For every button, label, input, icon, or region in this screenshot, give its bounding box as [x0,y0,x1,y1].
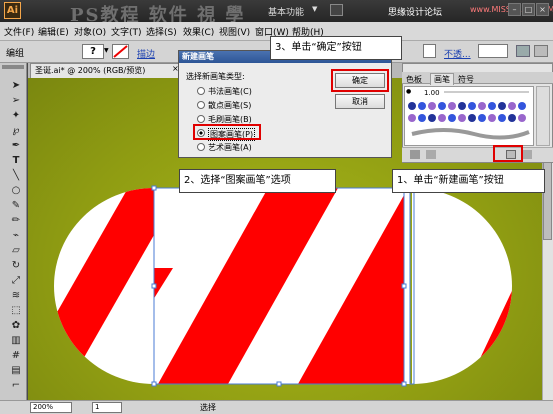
menu-edit[interactable]: 编辑(E) [38,25,69,38]
free-transform-tool-icon[interactable]: ⬚ [9,305,23,316]
stroke-color-swatch[interactable] [112,44,129,59]
opacity-link[interactable]: 不透... [444,47,471,60]
option-calligraphic-label[interactable]: 书法画笔(C) [208,86,252,97]
step1-callout: 1、单击“新建画笔”按钮 [392,169,545,193]
selection-handle[interactable] [276,381,282,387]
tools-panel-grip[interactable] [2,65,24,69]
radio-calligraphic[interactable] [197,87,205,95]
workspace-switcher[interactable]: 基本功能 [268,5,304,18]
step3-callout: 3、单击“确定”按钮 [270,36,402,60]
cancel-button[interactable]: 取消 [335,94,385,109]
chevron-down-icon[interactable]: ▼ [312,5,317,13]
menu-select[interactable]: 选择(S) [146,25,177,38]
document-tab[interactable]: 圣诞.ai* @ 200% (RGB/预览) [30,63,180,78]
selection-handle[interactable] [151,283,157,289]
symbol-sprayer-tool-icon[interactable]: ✿ [9,320,23,331]
opacity-field[interactable] [478,44,508,58]
left-end-tile[interactable] [28,178,158,398]
selection-handle[interactable] [151,185,157,191]
panel-tab-strip [402,72,553,84]
ellipse-tool-icon[interactable]: ○ [9,185,23,196]
pattern-option-highlight [193,124,261,140]
illustrator-logo: Ai [4,2,21,19]
menu-type[interactable]: 文字(T) [111,25,142,38]
fill-color-swatch[interactable]: ? [82,44,104,59]
zoom-field[interactable]: 200% [30,402,72,413]
graph-tool-icon[interactable]: ▥ [9,335,23,346]
side-tile[interactable] [148,188,428,384]
stroke-link[interactable]: 描边 [137,47,155,60]
radio-scatter[interactable] [197,101,205,109]
line-tool-icon[interactable]: ╲ [9,170,23,181]
gradient-tool-icon[interactable]: ▤ [9,365,23,376]
lasso-tool-icon[interactable]: ℘ [9,125,23,136]
radio-bristle[interactable] [197,115,205,123]
type-tool-icon[interactable]: T [9,155,23,166]
menu-view[interactable]: 视图(V) [219,25,250,38]
close-button[interactable]: × [536,3,549,16]
ok-button-highlight [331,69,389,92]
warp-tool-icon[interactable]: ≋ [9,290,23,301]
page-field[interactable]: 1 [92,402,122,413]
menu-object[interactable]: 对象(O) [74,25,106,38]
tab-swatches[interactable]: 色板 [406,74,422,85]
chevron-down-icon[interactable]: ▼ [104,47,109,54]
search-icon[interactable] [330,4,343,16]
radio-art[interactable] [197,143,205,151]
rotate-tool-icon[interactable]: ↻ [9,260,23,271]
transform-icon[interactable] [534,45,548,57]
delete-brush-icon[interactable] [522,150,532,159]
maximize-button[interactable]: □ [522,3,535,16]
brush-library-menu-icon[interactable] [410,150,420,159]
eyedropper-tool-icon[interactable]: ⌐ [9,380,23,391]
tab-brushes[interactable]: 画笔 [430,73,454,85]
step2-callout: 2、选择“图案画笔”选项 [179,169,336,193]
selection-handle[interactable] [151,381,157,387]
menu-file[interactable]: 文件(F) [4,25,34,38]
dialog-prompt: 选择新画笔类型: [186,72,245,81]
style-swatch[interactable] [423,44,436,58]
magic-wand-tool-icon[interactable]: ✦ [9,110,23,121]
selection-handle[interactable] [401,381,407,387]
menu-effect[interactable]: 效果(C) [183,25,214,38]
option-scatter-label[interactable]: 散点画笔(S) [208,100,251,111]
align-icon[interactable] [516,45,530,57]
pen-tool-icon[interactable]: ✒ [9,140,23,151]
status-bar [0,400,553,414]
panel-scrollbar[interactable] [536,86,550,146]
site-watermark-text: 思缘设计论坛 [388,8,443,18]
direct-selection-tool-icon[interactable]: ➢ [9,95,23,106]
pencil-tool-icon[interactable]: ✏ [9,215,23,226]
option-art-label[interactable]: 艺术画笔(A) [208,142,252,153]
status-mode: 选择 [200,403,216,412]
selection-handle[interactable] [401,283,407,289]
mesh-tool-icon[interactable]: # [9,350,23,361]
tab-symbols[interactable]: 符号 [458,74,474,85]
right-end-tile[interactable] [408,178,528,398]
minimize-button[interactable]: – [508,3,521,16]
selection-tool-icon[interactable]: ➤ [9,80,23,91]
eraser-tool-icon[interactable]: ▱ [9,245,23,256]
no-stroke-icon [113,45,128,58]
blob-brush-tool-icon[interactable]: ⌁ [9,230,23,241]
paintbrush-tool-icon[interactable]: ✎ [9,200,23,211]
brush-previews[interactable] [404,86,534,146]
scale-tool-icon[interactable]: ⤢ [9,275,23,286]
selection-type-label: 编组 [6,49,25,59]
new-brush-highlight [493,145,523,162]
remove-brush-stroke-icon[interactable] [426,150,436,159]
